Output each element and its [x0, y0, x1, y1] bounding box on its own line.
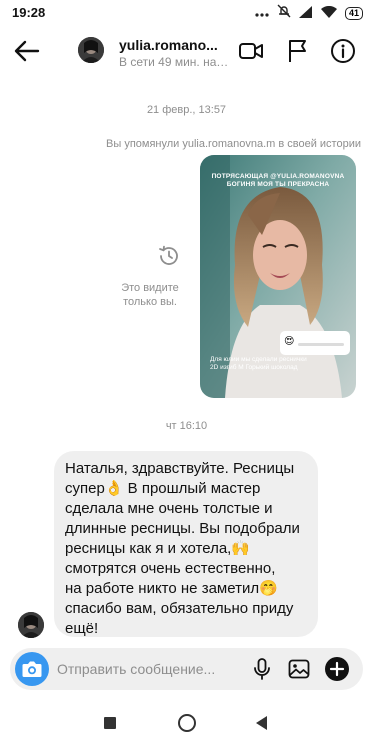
slider-track	[298, 343, 344, 346]
story-mention-note: Вы упомянули yulia.romanovna.m в своей и…	[106, 138, 361, 150]
avatar[interactable]	[18, 612, 44, 638]
contact-status: В сети 49 мин. наз...	[119, 55, 229, 69]
message-text: Наталья, здравствуйте. Ресницы супер👌 В …	[65, 459, 325, 639]
history-icon	[157, 244, 181, 268]
microphone-icon	[254, 658, 270, 680]
contact-name[interactable]: yulia.romano...	[119, 37, 229, 53]
timestamp: чт 16:10	[165, 420, 208, 432]
emoji-slider-sticker: 😍	[280, 331, 350, 355]
camera-icon	[22, 661, 42, 677]
add-button[interactable]	[324, 656, 350, 682]
status-time: 19:28	[12, 5, 46, 20]
back-arrow-icon	[14, 40, 40, 62]
system-back-button[interactable]	[256, 716, 267, 730]
message-line: длинные ресницы. Вы подобрали	[65, 520, 300, 537]
flag-icon	[289, 40, 306, 62]
message-line: спасибо вам, обязательно приду	[65, 600, 294, 617]
info-button[interactable]	[330, 38, 356, 64]
video-call-button[interactable]	[238, 38, 264, 64]
video-call-icon	[239, 43, 263, 59]
message-line: ещё!	[65, 620, 99, 637]
status-icons: 41	[255, 4, 363, 23]
system-nav-bar	[0, 700, 373, 746]
story-top-caption: ПОТРЯСАЮЩАЯ @YULIA.ROMANOVNA БОГИНЯ МОЯ …	[211, 173, 345, 188]
gallery-button[interactable]	[287, 657, 311, 681]
message-line: Наталья, здравствуйте. Ресницы	[65, 460, 295, 477]
avatar[interactable]	[78, 37, 104, 63]
timestamp: 21 февр., 13:57	[146, 104, 227, 116]
signal-icon	[298, 5, 313, 23]
camera-button[interactable]	[15, 652, 49, 686]
message-line: ресницы как я и хотела,🙌	[65, 540, 251, 557]
chat-header: yulia.romano... В сети 49 мин. наз...	[0, 26, 373, 76]
message-line: супер👌 В прошлый мастер	[65, 480, 261, 497]
plus-circle-icon	[325, 657, 349, 681]
voice-message-button[interactable]	[250, 657, 274, 681]
status-bar: 19:28 41	[0, 0, 373, 24]
recents-button[interactable]	[104, 717, 116, 729]
message-composer	[10, 648, 363, 690]
message-line: сделала мне очень толстые и	[65, 500, 273, 517]
notification-dots-icon	[255, 5, 269, 23]
message-bubble[interactable]: Наталья, здравствуйте. Ресницы супер👌 В …	[54, 451, 318, 637]
wifi-icon	[320, 5, 337, 23]
mute-icon	[277, 4, 291, 23]
only-you-note: Это видите только вы.	[121, 282, 179, 308]
message-line: на работе никто не заметил🤭	[65, 580, 278, 597]
story-preview[interactable]: ПОТРЯСАЮЩАЯ @YULIA.ROMANOVNA БОГИНЯ МОЯ …	[200, 155, 356, 398]
message-input[interactable]	[57, 656, 247, 682]
back-button[interactable]	[12, 36, 42, 66]
home-button[interactable]	[178, 714, 196, 732]
info-icon	[331, 39, 355, 63]
story-bottom-caption: Для юлии мы сделали реснички 2D изгиб М …	[210, 356, 307, 371]
gallery-icon	[288, 659, 310, 679]
battery-icon: 41	[344, 7, 363, 20]
slider-emoji: 😍	[284, 336, 295, 347]
message-line: смотрятся очень естественно,	[65, 560, 276, 577]
report-button[interactable]	[285, 38, 311, 64]
